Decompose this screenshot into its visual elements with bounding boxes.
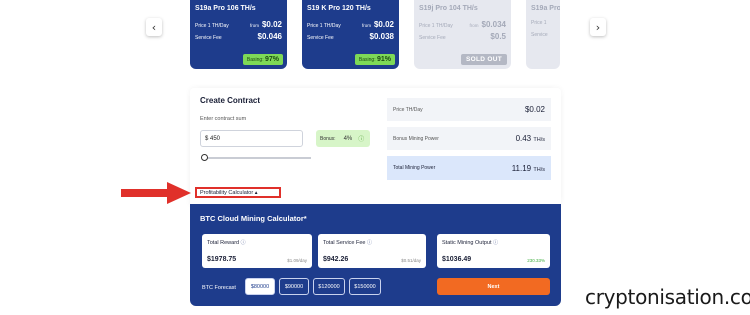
fee-label: Service (531, 32, 548, 38)
earning-label: Basing: (358, 57, 376, 63)
carousel-next-button[interactable]: › (590, 18, 606, 36)
static-mining-output-card: Static Mining Output ⓘ $1036.49 230.33% (437, 234, 550, 268)
fee-value: $0.5 (490, 32, 506, 41)
forecast-option-150000[interactable]: $150000 (349, 278, 381, 295)
price-value: $0.034 (481, 20, 506, 29)
contract-slider-handle[interactable] (201, 154, 208, 161)
calculator-title: BTC Cloud Mining Calculator* (200, 214, 307, 223)
fee-label: Service Fee (307, 35, 334, 41)
stat-value: $1036.49 (442, 256, 472, 263)
forecast-option-80000[interactable]: $80000 (245, 278, 275, 295)
bonus-badge: Bonus: 4% ⓘ (316, 130, 370, 147)
bonus-power-label: Bonus Mining Power (393, 135, 439, 142)
contract-title: Create Contract (200, 96, 261, 105)
earning-value: 97% (264, 56, 279, 63)
plan-card-3: S19j Pro 104 TH/s Price 1 TH/Day from $0.0… (414, 0, 511, 69)
info-icon[interactable]: ⓘ (367, 240, 372, 246)
red-arrow-icon (121, 182, 191, 204)
fee-label: Service Fee (195, 35, 222, 41)
price-prefix: from (361, 23, 371, 28)
stat-value: $942.26 (323, 256, 349, 263)
bonus-power-value: 0.43 (515, 134, 532, 143)
bonus-value: 4% (343, 135, 353, 142)
earning-badge: Basing: 97% (242, 54, 283, 65)
bonus-power-row: Bonus Mining Power 0.43 TH/s (387, 127, 551, 150)
chevron-left-icon: ‹ (151, 20, 157, 34)
price-label: Price 1 (531, 20, 547, 26)
total-power-value: 11.19 (511, 163, 532, 173)
stat-label: Total Service Fee (323, 240, 366, 246)
price-label: Price TH/Day (393, 106, 423, 113)
info-icon[interactable]: ⓘ (493, 240, 498, 246)
price-value: $0.02 (373, 20, 394, 29)
chevron-right-icon: › (595, 20, 601, 34)
mining-calculator-panel: BTC Cloud Mining Calculator* Total Rewar… (190, 204, 561, 306)
stat-label: Static Mining Output (442, 240, 492, 246)
plan-card-2[interactable]: S19 K Pro 120 TH/s Price 1 TH/Day from $0.… (302, 0, 399, 69)
stat-label: Total Reward (207, 240, 240, 246)
price-value: $0.02 (261, 20, 282, 29)
contract-sum-label: Enter contract sum (200, 116, 247, 122)
next-button[interactable]: Next (437, 278, 550, 295)
total-power-label: Total Mining Power (393, 165, 436, 171)
sold-out-badge: SOLD OUT (461, 54, 507, 65)
profitability-calculator-toggle[interactable]: Profitability Calculator ▴ (195, 187, 281, 198)
total-service-fee-card: Total Service Fee ⓘ $942.26 $0.51/day (318, 234, 426, 268)
stat-sub: $0.51/day (401, 258, 421, 263)
price-label: Price 1 TH/Day (307, 23, 341, 29)
stat-value: $1978.75 (207, 256, 237, 263)
contract-slider-track[interactable] (203, 157, 311, 159)
plan-title: S19a Pro 106 TH/s (195, 5, 256, 12)
contract-sum-input[interactable]: $ 450 (200, 130, 303, 147)
fee-value: $0.038 (369, 32, 394, 41)
carousel-prev-button[interactable]: ‹ (146, 18, 162, 36)
price-prefix: from (249, 23, 259, 28)
price-label: Price 1 TH/Day (419, 23, 453, 29)
price-value: $0.02 (524, 105, 545, 114)
plan-card-1[interactable]: S19a Pro 106 TH/s Price 1 TH/Day from $0.0… (190, 0, 287, 69)
btc-forecast-label: BTC Forecast (202, 285, 236, 291)
plan-title: S19a Pro (531, 5, 560, 12)
total-reward-card: Total Reward ⓘ $1978.75 $1.09/day (202, 234, 312, 268)
bonus-label: Bonus: (320, 135, 336, 142)
price-label: Price 1 TH/Day (195, 23, 229, 29)
total-power-row: Total Mining Power 11.19 TH/s (387, 156, 551, 180)
bonus-power-unit: TH/s (533, 137, 545, 143)
page: ‹ › S19a Pro 106 TH/s Price 1 TH/Day from… (0, 0, 750, 315)
earning-label: Basing: (246, 57, 264, 63)
stat-sub: $1.09/day (287, 258, 307, 263)
watermark-text: cryptonisation.com (585, 285, 750, 309)
fee-label: Service Fee (419, 35, 446, 41)
earning-badge: Basing: 91% (354, 54, 395, 65)
info-icon[interactable]: ⓘ (241, 240, 246, 246)
stat-sub: 230.33% (527, 258, 545, 263)
price-row: Price TH/Day $0.02 (387, 98, 551, 121)
fee-value: $0.046 (257, 32, 282, 41)
earning-value: 91% (376, 56, 391, 63)
plan-title: S19 K Pro 120 TH/s (307, 5, 371, 12)
plan-card-4: S19a Pro Price 1 Service (526, 0, 560, 69)
total-power-unit: TH/s (533, 166, 545, 173)
forecast-option-90000[interactable]: $90000 (279, 278, 309, 295)
plan-title: S19j Pro 104 TH/s (419, 5, 478, 12)
contract-summary: Price TH/Day $0.02 Bonus Mining Power 0.… (387, 98, 551, 180)
info-icon[interactable]: ⓘ (358, 134, 364, 143)
price-prefix: from (469, 23, 479, 28)
forecast-option-120000[interactable]: $120000 (313, 278, 345, 295)
